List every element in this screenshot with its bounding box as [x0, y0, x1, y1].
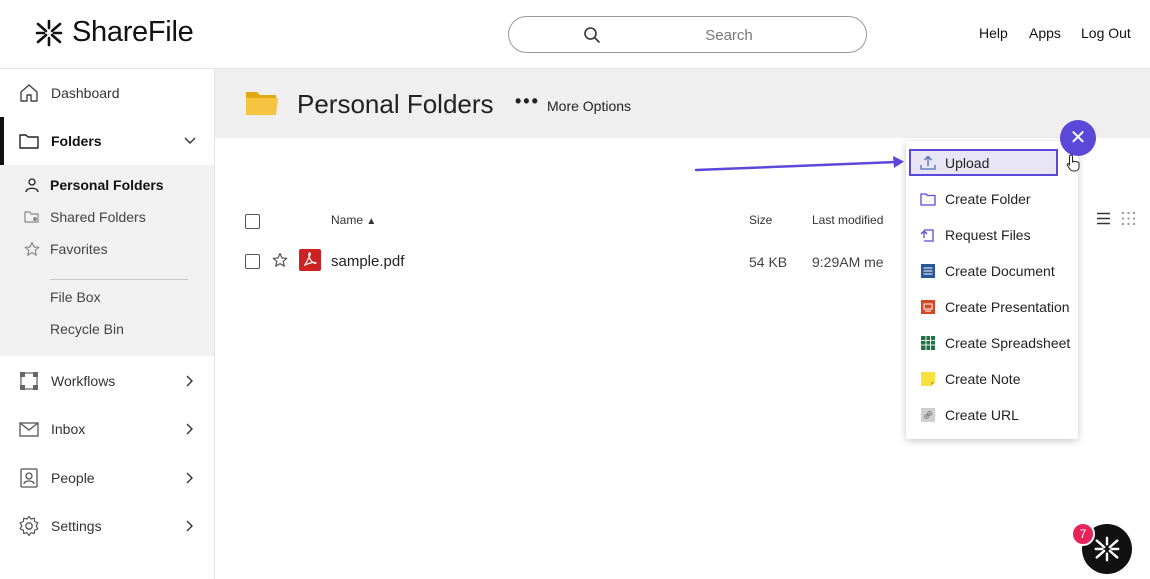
page-title: Personal Folders	[297, 89, 494, 119]
notification-badge: 7	[1071, 522, 1095, 546]
menu-item-label: Create Presentation	[945, 299, 1070, 315]
sidebar-item-label: Workflows	[51, 373, 116, 389]
mail-icon	[19, 422, 39, 437]
sidebar-item-workflows[interactable]: Workflows	[0, 357, 214, 405]
presentation-icon	[921, 300, 935, 314]
annotation-arrow	[694, 156, 904, 172]
menu-item-create-url[interactable]: Create URL	[906, 400, 1078, 430]
more-options-icon[interactable]: •••	[515, 92, 540, 110]
sidebar: Dashboard Folders Personal Folders Share…	[0, 69, 215, 579]
link-file-icon	[921, 408, 935, 422]
search-box[interactable]	[508, 16, 867, 53]
search-input[interactable]	[609, 23, 849, 47]
file-name-link[interactable]: sample.pdf	[331, 253, 404, 270]
menu-item-label: Create Folder	[945, 191, 1031, 207]
sidebar-item-recycle-bin[interactable]: Recycle Bin	[0, 314, 214, 344]
column-header-name[interactable]: Name ▲	[331, 213, 376, 227]
sidebar-item-favorites[interactable]: Favorites	[0, 234, 214, 264]
sidebar-item-shared-folders[interactable]: Shared Folders	[0, 202, 214, 232]
sidebar-item-settings[interactable]: Settings	[0, 502, 214, 550]
file-modified: 9:29AM me	[812, 254, 884, 270]
column-header-label: Name	[331, 213, 364, 227]
select-all-checkbox[interactable]	[245, 214, 260, 229]
menu-item-create-document[interactable]: Create Document	[906, 256, 1078, 286]
menu-item-label: Create Document	[945, 263, 1055, 279]
folders-subnav: Personal Folders Shared Folders Favorite…	[0, 165, 214, 356]
menu-item-label: Create URL	[945, 407, 1019, 423]
sidebar-item-label: Dashboard	[51, 85, 120, 101]
person-icon	[25, 178, 39, 193]
sidebar-item-label: File Box	[50, 289, 101, 305]
sidebar-item-label: Shared Folders	[50, 209, 146, 225]
menu-item-create-note[interactable]: Create Note	[906, 364, 1078, 394]
help-link[interactable]: Help	[979, 25, 1008, 41]
favorite-star-icon[interactable]	[272, 252, 288, 268]
home-icon	[20, 84, 38, 102]
contact-card-icon	[20, 468, 38, 488]
menu-item-create-presentation[interactable]: Create Presentation	[906, 292, 1078, 322]
menu-item-label: Create Spreadsheet	[945, 335, 1071, 351]
subnav-divider	[50, 279, 188, 280]
chevron-down-icon	[184, 137, 196, 144]
list-view-icon[interactable]	[1096, 211, 1111, 226]
row-checkbox[interactable]	[245, 254, 260, 269]
sidebar-item-label: Personal Folders	[50, 177, 164, 193]
sidebar-item-file-box[interactable]: File Box	[0, 282, 214, 312]
sort-ascending-icon: ▲	[366, 216, 377, 227]
logo-text: ShareFile	[72, 16, 194, 48]
menu-item-label: Create Note	[945, 371, 1021, 387]
sidebar-item-dashboard[interactable]: Dashboard	[0, 69, 214, 117]
menu-item-label: Request Files	[945, 227, 1031, 243]
sidebar-item-label: Folders	[51, 133, 102, 149]
logout-link[interactable]: Log Out	[1081, 25, 1131, 41]
grid-view-icon[interactable]	[1121, 211, 1136, 226]
folder-title-bar: Personal Folders ••• More Options	[215, 69, 1150, 138]
menu-item-create-folder[interactable]: Create Folder	[906, 184, 1078, 214]
sidebar-item-people[interactable]: People	[0, 454, 214, 502]
chevron-right-icon	[186, 423, 193, 435]
document-icon	[921, 264, 935, 278]
sharefile-logo-icon	[1094, 536, 1120, 562]
note-icon	[921, 372, 935, 386]
sidebar-item-label: Favorites	[50, 241, 108, 257]
file-size: 54 KB	[749, 254, 788, 270]
workflows-icon	[20, 372, 38, 390]
column-header-size[interactable]: Size	[749, 213, 772, 227]
new-item-menu: Upload Create Folder Request Files Creat…	[906, 141, 1078, 439]
upload-icon	[920, 155, 936, 170]
gear-icon	[19, 515, 39, 537]
search-icon	[584, 27, 600, 43]
chevron-right-icon	[186, 520, 193, 532]
more-options-button[interactable]: More Options	[547, 98, 631, 114]
menu-item-create-spreadsheet[interactable]: Create Spreadsheet	[906, 328, 1078, 358]
menu-item-label: Upload	[945, 154, 990, 171]
request-files-icon	[920, 229, 934, 242]
pdf-file-icon	[299, 249, 321, 271]
top-header: ShareFile Help Apps Log Out	[0, 0, 1150, 69]
sidebar-item-folders[interactable]: Folders	[0, 117, 214, 165]
sidebar-item-label: Settings	[51, 518, 102, 534]
sidebar-item-label: People	[51, 470, 95, 486]
menu-item-request-files[interactable]: Request Files	[906, 220, 1078, 250]
sidebar-item-inbox[interactable]: Inbox	[0, 405, 214, 453]
spreadsheet-icon	[921, 336, 935, 350]
folder-icon	[246, 92, 278, 115]
close-menu-button[interactable]: ✕	[1060, 120, 1096, 156]
star-icon	[24, 241, 40, 256]
sidebar-item-label: Recycle Bin	[50, 321, 124, 337]
folder-icon	[920, 193, 936, 206]
folder-icon	[19, 134, 39, 149]
menu-item-upload[interactable]: Upload	[909, 149, 1058, 176]
sidebar-item-label: Inbox	[51, 421, 86, 437]
chevron-right-icon	[186, 472, 193, 484]
apps-link[interactable]: Apps	[1029, 25, 1061, 41]
sidebar-item-personal-folders[interactable]: Personal Folders	[0, 170, 214, 200]
sharefile-logo-icon	[35, 19, 63, 46]
sharefile-logo[interactable]: ShareFile	[34, 16, 194, 49]
hand-pointer-icon	[1066, 154, 1080, 172]
chevron-right-icon	[186, 375, 193, 387]
column-header-modified[interactable]: Last modified	[812, 213, 883, 227]
shared-folder-icon	[24, 211, 39, 223]
close-icon: ✕	[1069, 127, 1087, 149]
